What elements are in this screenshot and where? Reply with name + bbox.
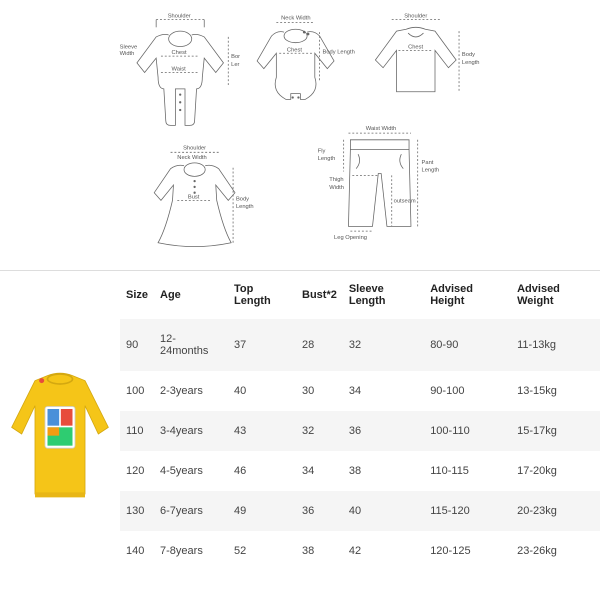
header-sleeve-length: Sleeve Length [343,271,424,319]
cell-age: 3-4years [154,411,228,451]
table-row: 1306-7years493640115-12020-23kg [120,491,600,531]
label-outseam: outseam [394,198,416,204]
cell-advised_height: 110-115 [424,451,511,491]
measurement-diagrams: Shoulder Chest Waist SleeveWidth BorLer … [0,0,600,270]
table-header-row: Size Age Top Length Bust*2 Sleeve Length… [120,271,600,319]
cell-size: 90 [120,319,154,371]
table-row: 1204-5years463438110-11517-20kg [120,451,600,491]
svg-text:Body: Body [462,52,475,58]
cell-advised_weight: 13-15kg [511,371,600,411]
table-row: 1103-4years433236100-11015-17kg [120,411,600,451]
cell-age: 6-7years [154,491,228,531]
cell-advised_height: 80-90 [424,319,511,371]
cell-age: 4-5years [154,451,228,491]
product-image [0,271,120,600]
label-shoulder-2: Shoulder [404,14,427,20]
cell-size: 140 [120,531,154,571]
svg-text:Ler: Ler [231,62,239,68]
label-leg-opening: Leg Opening [334,235,367,241]
cell-size: 120 [120,451,154,491]
svg-text:Body: Body [236,196,249,202]
svg-text:Width: Width [120,51,135,57]
cell-size: 110 [120,411,154,451]
header-advised-height: Advised Height [424,271,511,319]
svg-text:Bor: Bor [231,54,240,60]
header-size: Size [120,271,154,319]
svg-text:Thigh: Thigh [329,177,343,183]
cell-advised_weight: 17-20kg [511,451,600,491]
cell-top_length: 46 [228,451,296,491]
cell-advised_height: 115-120 [424,491,511,531]
cell-bust2: 34 [296,451,343,491]
cell-advised_weight: 11-13kg [511,319,600,371]
svg-text:Length: Length [422,168,440,174]
cell-sleeve_length: 36 [343,411,424,451]
label-waist: Waist [172,67,187,73]
cell-top_length: 49 [228,491,296,531]
cell-sleeve_length: 40 [343,491,424,531]
cell-advised_weight: 15-17kg [511,411,600,451]
cell-advised_height: 100-110 [424,411,511,451]
svg-text:Pant: Pant [422,160,434,166]
cell-age: 7-8years [154,531,228,571]
cell-advised_weight: 20-23kg [511,491,600,531]
label-sleeve-width: Sleeve [120,44,138,50]
cell-advised_height: 120-125 [424,531,511,571]
cell-advised_weight: 23-26kg [511,531,600,571]
label-neck-width: Neck Width [281,16,310,22]
cell-bust2: 28 [296,319,343,371]
table-row: 1002-3years40303490-10013-15kg [120,371,600,411]
cell-top_length: 52 [228,531,296,571]
cell-sleeve_length: 42 [343,531,424,571]
cell-age: 2-3years [154,371,228,411]
header-bust2: Bust*2 [296,271,343,319]
cell-top_length: 40 [228,371,296,411]
table-row: 1407-8years523842120-12523-26kg [120,531,600,571]
cell-bust2: 30 [296,371,343,411]
svg-text:Width: Width [329,185,344,191]
label-body-length: Body Length [323,49,355,55]
header-top-length: Top Length [228,271,296,319]
label-shoulder: Shoulder [168,14,191,20]
table-row: 9012-24months37283280-9011-13kg [120,319,600,371]
cell-advised_height: 90-100 [424,371,511,411]
cell-sleeve_length: 38 [343,451,424,491]
cell-top_length: 37 [228,319,296,371]
label-shoulder-3: Shoulder [183,145,206,151]
label-chest: Chest [172,50,187,56]
cell-bust2: 38 [296,531,343,571]
label-chest-2: Chest [287,47,302,53]
header-advised-weight: Advised Weight [511,271,600,319]
cell-age: 12-24months [154,319,228,371]
svg-text:Length: Length [236,204,254,210]
header-age: Age [154,271,228,319]
svg-text:Fly: Fly [318,148,326,154]
svg-text:Length: Length [462,60,480,66]
label-bust: Bust [188,194,200,200]
label-chest-3: Chest [408,44,423,50]
cell-sleeve_length: 34 [343,371,424,411]
cell-size: 130 [120,491,154,531]
size-chart-table: Size Age Top Length Bust*2 Sleeve Length… [120,271,600,571]
label-waist-width: Waist Width [366,126,396,132]
cell-sleeve_length: 32 [343,319,424,371]
label-neck-width-2: Neck Width [177,155,206,161]
cell-size: 100 [120,371,154,411]
svg-text:Length: Length [318,156,336,162]
cell-top_length: 43 [228,411,296,451]
cell-bust2: 36 [296,491,343,531]
cell-bust2: 32 [296,411,343,451]
